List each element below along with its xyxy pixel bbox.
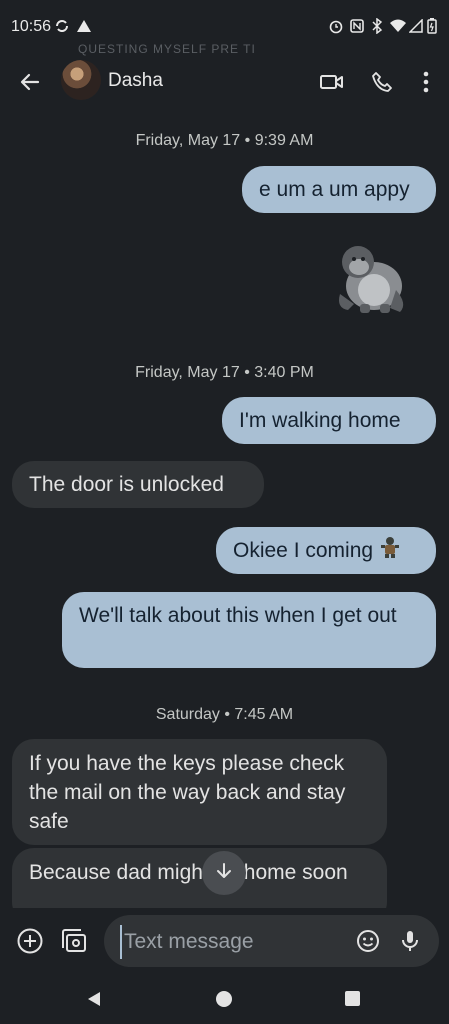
outgoing-message[interactable]: Okiee I coming bbox=[216, 527, 436, 574]
incoming-message[interactable]: The door is unlocked bbox=[12, 461, 264, 508]
message-text: e um a um appy bbox=[259, 178, 410, 201]
warning-icon bbox=[76, 16, 92, 36]
emoji-icon[interactable] bbox=[356, 929, 380, 953]
gorilla-sticker-icon[interactable] bbox=[334, 234, 410, 314]
contact-name[interactable]: Dasha bbox=[108, 70, 163, 92]
signal-icon bbox=[409, 16, 423, 36]
message-text: We'll talk about this when I get out bbox=[79, 604, 397, 627]
message-text: Because dad might be home soon bbox=[29, 861, 348, 884]
message-composer bbox=[0, 908, 449, 974]
outgoing-message[interactable]: I'm walking home bbox=[222, 397, 436, 444]
message-text: I'm walking home bbox=[239, 409, 401, 432]
gallery-icon[interactable] bbox=[59, 926, 89, 956]
back-arrow-icon[interactable] bbox=[16, 68, 44, 96]
incoming-message[interactable]: Because dad might be home soon bbox=[12, 848, 387, 908]
message-text: The door is unlocked bbox=[29, 473, 224, 496]
message-field bbox=[104, 915, 439, 967]
date-divider: Friday, May 17 • 9:39 AM bbox=[135, 132, 314, 149]
video-call-icon[interactable] bbox=[316, 66, 348, 98]
avatar[interactable] bbox=[61, 60, 101, 100]
date-divider: Saturday • 7:45 AM bbox=[155, 706, 294, 723]
nav-back-icon[interactable] bbox=[86, 991, 102, 1012]
microphone-icon[interactable] bbox=[398, 929, 422, 953]
add-attachment-icon[interactable] bbox=[16, 927, 44, 955]
person-emoji-icon bbox=[381, 536, 400, 566]
nav-home-icon[interactable] bbox=[216, 991, 232, 1007]
nfc-icon bbox=[350, 16, 364, 36]
conversation-header: Dasha bbox=[0, 54, 449, 108]
sync-icon bbox=[55, 16, 69, 36]
message-text: Okiee I coming bbox=[233, 539, 374, 562]
status-time: 10:56 bbox=[11, 18, 52, 35]
battery-icon bbox=[427, 16, 437, 36]
message-text: If you have the keys please check the ma… bbox=[29, 752, 346, 833]
more-options-icon[interactable] bbox=[410, 66, 442, 98]
nav-recents-icon[interactable] bbox=[345, 991, 360, 1006]
outgoing-message[interactable]: e um a um appy bbox=[242, 166, 436, 213]
date-divider: Friday, May 17 • 3:40 PM bbox=[135, 364, 314, 381]
phone-call-icon[interactable] bbox=[366, 66, 398, 98]
text-message-input[interactable] bbox=[120, 925, 346, 959]
scroll-to-bottom-button[interactable] bbox=[202, 851, 246, 895]
arrow-down-icon bbox=[215, 862, 233, 885]
message-thread[interactable]: Friday, May 17 • 9:39 AM e um a um appy … bbox=[0, 108, 449, 908]
alarm-icon bbox=[328, 16, 344, 36]
wifi-icon bbox=[389, 16, 407, 36]
outgoing-message[interactable]: We'll talk about this when I get out bbox=[62, 592, 436, 668]
system-navigation-bar bbox=[0, 974, 449, 1024]
incoming-message[interactable]: If you have the keys please check the ma… bbox=[12, 739, 387, 845]
bluetooth-icon bbox=[371, 16, 383, 36]
